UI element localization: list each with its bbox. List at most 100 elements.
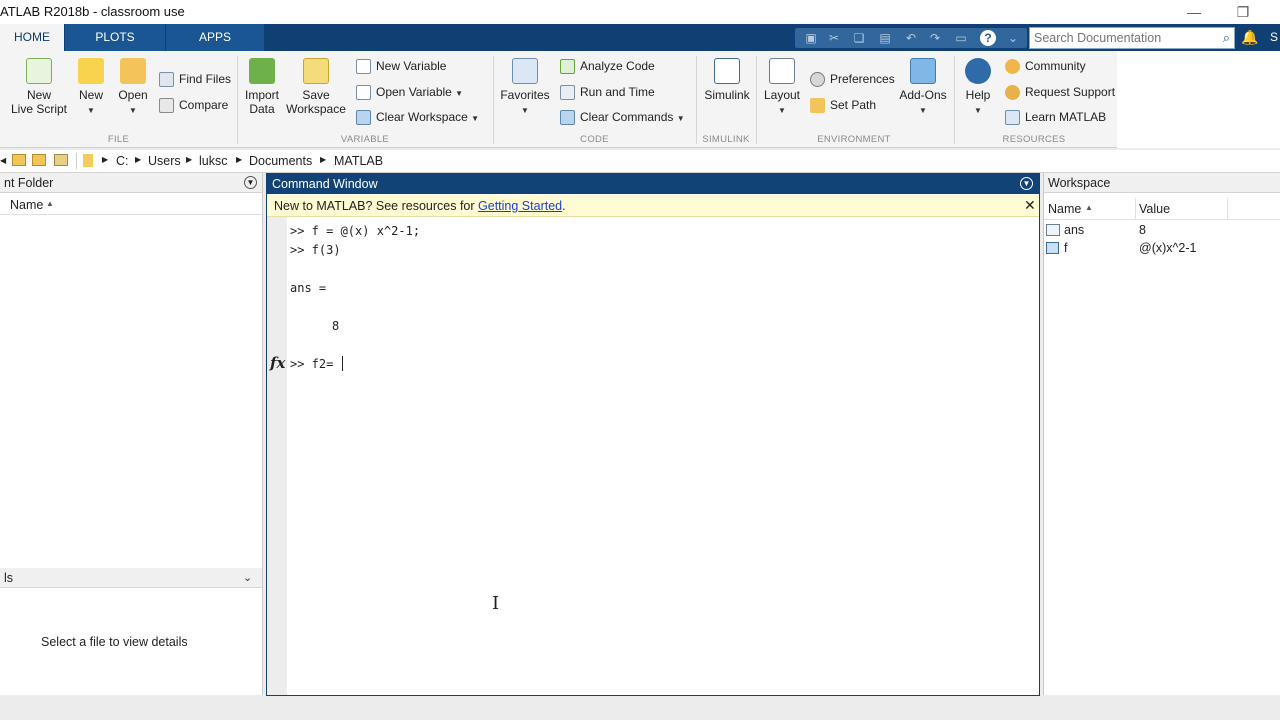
variable-name: ans xyxy=(1064,223,1085,237)
details-header[interactable]: ls xyxy=(0,568,262,588)
folder-column-header[interactable]: Name ▲ xyxy=(0,194,262,215)
new-live-script-button[interactable]: New Live Script xyxy=(10,58,68,116)
request-support-label: Request Support xyxy=(1025,85,1116,99)
tab-apps[interactable]: APPS xyxy=(166,24,264,51)
open-variable-button[interactable]: Open Variable ▼ xyxy=(356,84,463,102)
value-column-label[interactable]: Value xyxy=(1139,202,1170,216)
breadcrumb-separator-icon: ▶ xyxy=(186,155,193,164)
open-label: Open xyxy=(118,88,148,102)
chevron-down-icon[interactable]: ⌄ xyxy=(243,571,252,584)
find-files-button[interactable]: Find Files xyxy=(159,71,231,88)
import-data-button[interactable]: Import Data xyxy=(243,58,281,116)
gear-icon xyxy=(810,72,825,88)
panel-actions-icon[interactable]: ▼ xyxy=(244,176,257,189)
layout-button[interactable]: Layout ▼ xyxy=(762,58,802,118)
breadcrumb-item[interactable]: Users xyxy=(148,154,181,168)
close-icon[interactable]: ✕ xyxy=(1024,197,1036,214)
save-workspace-button[interactable]: Save Workspace xyxy=(286,58,346,116)
compare-button[interactable]: Compare xyxy=(159,97,229,114)
address-bar: ◀ ▶ C: ▶ Users ▶ luksc ▶ Documents ▶ MAT… xyxy=(0,150,1280,173)
open-variable-label: Open Variable xyxy=(376,85,452,99)
tab-plots[interactable]: PLOTS xyxy=(65,24,165,51)
getting-started-link[interactable]: Getting Started xyxy=(478,199,562,213)
breadcrumb-item[interactable]: MATLAB xyxy=(334,154,383,168)
workspace-panel: Workspace Name ▲ Value ans 8 f @(x)x^2-1 xyxy=(1043,173,1280,695)
simulink-button[interactable]: Simulink xyxy=(703,58,751,102)
redo-icon[interactable]: ↷ xyxy=(927,30,943,46)
workspace-row[interactable]: ans 8 xyxy=(1044,222,1280,240)
chevron-down-icon: ▼ xyxy=(471,114,480,123)
breadcrumb-separator-icon: ▶ xyxy=(236,155,243,164)
command-history-line: >> f = @(x) x^2-1; xyxy=(290,224,421,238)
command-history-line: >> f(3) xyxy=(290,243,341,257)
search-box: ⌕ xyxy=(1029,27,1235,49)
help-icon[interactable]: ? xyxy=(980,30,996,46)
toolbar-divider xyxy=(76,153,77,169)
help-button[interactable]: Help ▼ xyxy=(962,58,994,118)
current-folder-panel: nt Folder ▼ Name ▲ ls ⌄ Select a file to… xyxy=(0,173,263,695)
analyze-code-label: Analyze Code xyxy=(580,59,655,73)
run-and-time-label: Run and Time xyxy=(580,85,655,99)
request-support-button[interactable]: Request Support xyxy=(1005,84,1116,101)
chevron-down-icon: ▼ xyxy=(521,106,529,115)
support-icon xyxy=(1005,85,1020,101)
undo-icon[interactable]: ↶ xyxy=(903,30,919,46)
breadcrumb-item[interactable]: C: xyxy=(116,154,129,168)
new-button[interactable]: New ▼ xyxy=(76,58,106,118)
community-icon xyxy=(1005,59,1020,75)
user-account[interactable]: S xyxy=(1270,30,1278,44)
chevron-down-icon[interactable]: ⌄ xyxy=(1005,30,1021,46)
open-variable-icon xyxy=(356,85,371,101)
tab-home[interactable]: HOME xyxy=(0,24,64,51)
command-input[interactable]: >> f2= xyxy=(290,357,333,371)
clear-commands-button[interactable]: Clear Commands ▼ xyxy=(560,109,685,127)
breadcrumb-item[interactable]: luksc xyxy=(199,154,227,168)
learn-matlab-button[interactable]: Learn MATLAB xyxy=(1005,109,1106,126)
restore-icon[interactable]: ❐ xyxy=(1234,3,1252,21)
favorites-button[interactable]: Favorites ▼ xyxy=(500,58,550,118)
preferences-label: Preferences xyxy=(830,72,895,86)
compare-label: Compare xyxy=(179,98,229,112)
import-data-label: Import Data xyxy=(244,88,279,116)
variable-name: f xyxy=(1064,241,1068,255)
workspace-row[interactable]: f @(x)x^2-1 xyxy=(1044,240,1280,258)
add-ons-button[interactable]: Add-Ons ▼ xyxy=(898,58,948,118)
minimize-icon[interactable]: — xyxy=(1185,3,1203,21)
community-button[interactable]: Community xyxy=(1005,58,1086,75)
command-window-header: Command Window xyxy=(267,174,1039,194)
switch-windows-icon[interactable]: ▭ xyxy=(953,30,969,46)
set-path-button[interactable]: Set Path xyxy=(810,97,876,114)
preferences-button[interactable]: Preferences xyxy=(810,71,895,88)
function-browser-icon[interactable]: fx xyxy=(270,354,285,372)
workspace-column-header: Name ▲ Value xyxy=(1044,198,1280,220)
output-line: ans = xyxy=(290,281,327,295)
new-live-script-label: New Live Script xyxy=(10,88,68,116)
browse-folder-icon[interactable] xyxy=(32,154,46,166)
name-column-label[interactable]: Name xyxy=(1048,202,1081,216)
paste-icon[interactable]: ▤ xyxy=(877,30,893,46)
panel-actions-icon[interactable]: ▼ xyxy=(1020,177,1033,190)
simulink-icon xyxy=(714,58,740,84)
layout-icon xyxy=(769,58,795,84)
clear-workspace-button[interactable]: Clear Workspace ▼ xyxy=(356,109,479,127)
favorites-label: Favorites xyxy=(500,88,550,102)
window-title: ATLAB R2018b - classroom use xyxy=(0,4,185,19)
cut-icon[interactable]: ✂ xyxy=(826,30,842,46)
save-icon[interactable]: ▣ xyxy=(803,30,819,46)
notification-bell-icon[interactable]: 🔔 xyxy=(1241,29,1258,46)
resources-group-label: RESOURCES xyxy=(1002,134,1066,145)
new-variable-button[interactable]: New Variable xyxy=(356,58,446,75)
analyze-code-button[interactable]: Analyze Code xyxy=(560,58,655,75)
open-button[interactable]: Open ▼ xyxy=(116,58,150,118)
search-input[interactable] xyxy=(1030,28,1210,48)
copy-icon[interactable]: ❏ xyxy=(851,30,867,46)
run-and-time-button[interactable]: Run and Time xyxy=(560,84,655,101)
back-arrow-icon[interactable]: ◀ xyxy=(0,156,6,165)
quick-access-toolbar: ▣ ✂ ❏ ▤ ↶ ↷ ▭ ? ⌄ xyxy=(795,28,1027,48)
search-folder-icon[interactable] xyxy=(54,154,68,166)
search-icon[interactable]: ⌕ xyxy=(1223,30,1230,46)
analyze-code-icon xyxy=(560,59,575,75)
breadcrumb-item[interactable]: Documents xyxy=(249,154,312,168)
ribbon-divider xyxy=(954,56,955,144)
folder-up-icon[interactable] xyxy=(12,154,26,166)
